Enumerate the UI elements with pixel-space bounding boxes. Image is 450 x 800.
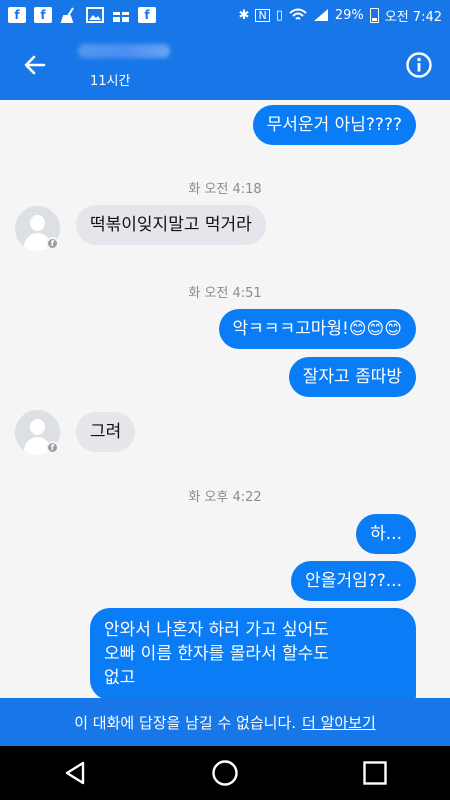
message-line: 없고: [104, 668, 136, 688]
incoming-message[interactable]: 떡볶이잊지말고 먹거라: [76, 205, 266, 245]
outgoing-message[interactable]: 안올거임??...: [291, 561, 416, 601]
gift-icon: [113, 8, 129, 22]
system-icons: ✱ N ▯ 29% 오전 7:42: [239, 6, 442, 25]
message-line: 오빠 이름 한자를 몰라서 할수도: [104, 644, 329, 664]
notification-icons: f f f: [8, 7, 156, 23]
facebook-badge-icon: f: [46, 237, 59, 250]
wifi-icon: [289, 8, 307, 20]
nav-back-button[interactable]: [55, 753, 95, 793]
outgoing-message[interactable]: 하...: [356, 514, 416, 554]
triangle-back-icon: [65, 761, 85, 785]
nfc-icon: N: [255, 8, 270, 22]
battery-percent: 29%: [334, 7, 364, 23]
outgoing-message[interactable]: 안와서 나혼자 하러 가고 싶어도 오빠 이름 한자를 몰라서 할수도 없고: [90, 608, 416, 698]
outgoing-message[interactable]: 악ㅋㅋㅋ고마웡!😊😊😊: [218, 309, 416, 349]
message-line: 안와서 나혼자 하러 가고 싶어도: [104, 620, 329, 640]
timestamp: 화 오전 4:51: [188, 286, 262, 301]
cannot-reply-text: 이 대화에 답장을 남길 수 없습니다.: [74, 713, 297, 732]
outgoing-message[interactable]: 잘자고 좀따방: [288, 357, 416, 397]
signal-icon: [313, 9, 328, 21]
contact-name-redacted[interactable]: [78, 44, 170, 58]
square-recents-icon: [363, 761, 387, 785]
circle-home-icon: [212, 760, 238, 786]
timestamp: 화 오후 4:22: [188, 490, 262, 505]
facebook-icon: f: [34, 7, 52, 23]
clock: 오전 7:42: [384, 9, 442, 25]
info-icon: [406, 52, 432, 78]
incoming-message[interactable]: 그려: [76, 412, 136, 452]
conversation-header: 11시간: [0, 30, 450, 100]
facebook-icon: f: [138, 7, 156, 23]
back-arrow-icon: [24, 55, 46, 75]
broom-icon: [60, 7, 74, 23]
nav-home-button[interactable]: [205, 753, 245, 793]
bluetooth-icon: ✱: [238, 7, 250, 23]
facebook-icon: f: [8, 7, 26, 23]
battery-icon: [369, 7, 379, 23]
vibrate-icon: ▯: [275, 7, 283, 23]
status-bar: f f f ✱ N ▯ 29% 오전 7:42: [0, 0, 450, 30]
facebook-badge-icon: f: [46, 441, 59, 454]
last-active-time: 11시간: [90, 74, 131, 89]
timestamp: 화 오전 4:18: [188, 182, 262, 197]
info-button[interactable]: [402, 48, 436, 82]
image-icon: [86, 7, 104, 23]
android-navigation-bar: [0, 746, 450, 800]
nav-recents-button[interactable]: [355, 753, 395, 793]
back-button[interactable]: [16, 46, 54, 84]
outgoing-message[interactable]: 무서운거 아님????: [252, 105, 416, 145]
cannot-reply-banner: 이 대화에 답장을 남길 수 없습니다. 더 알아보기: [0, 698, 450, 746]
message-list[interactable]: 무서운거 아님???? 화 오전 4:18 f 떡볶이잊지말고 먹거라 화 오전…: [0, 100, 450, 698]
learn-more-link[interactable]: 더 알아보기: [302, 712, 376, 733]
